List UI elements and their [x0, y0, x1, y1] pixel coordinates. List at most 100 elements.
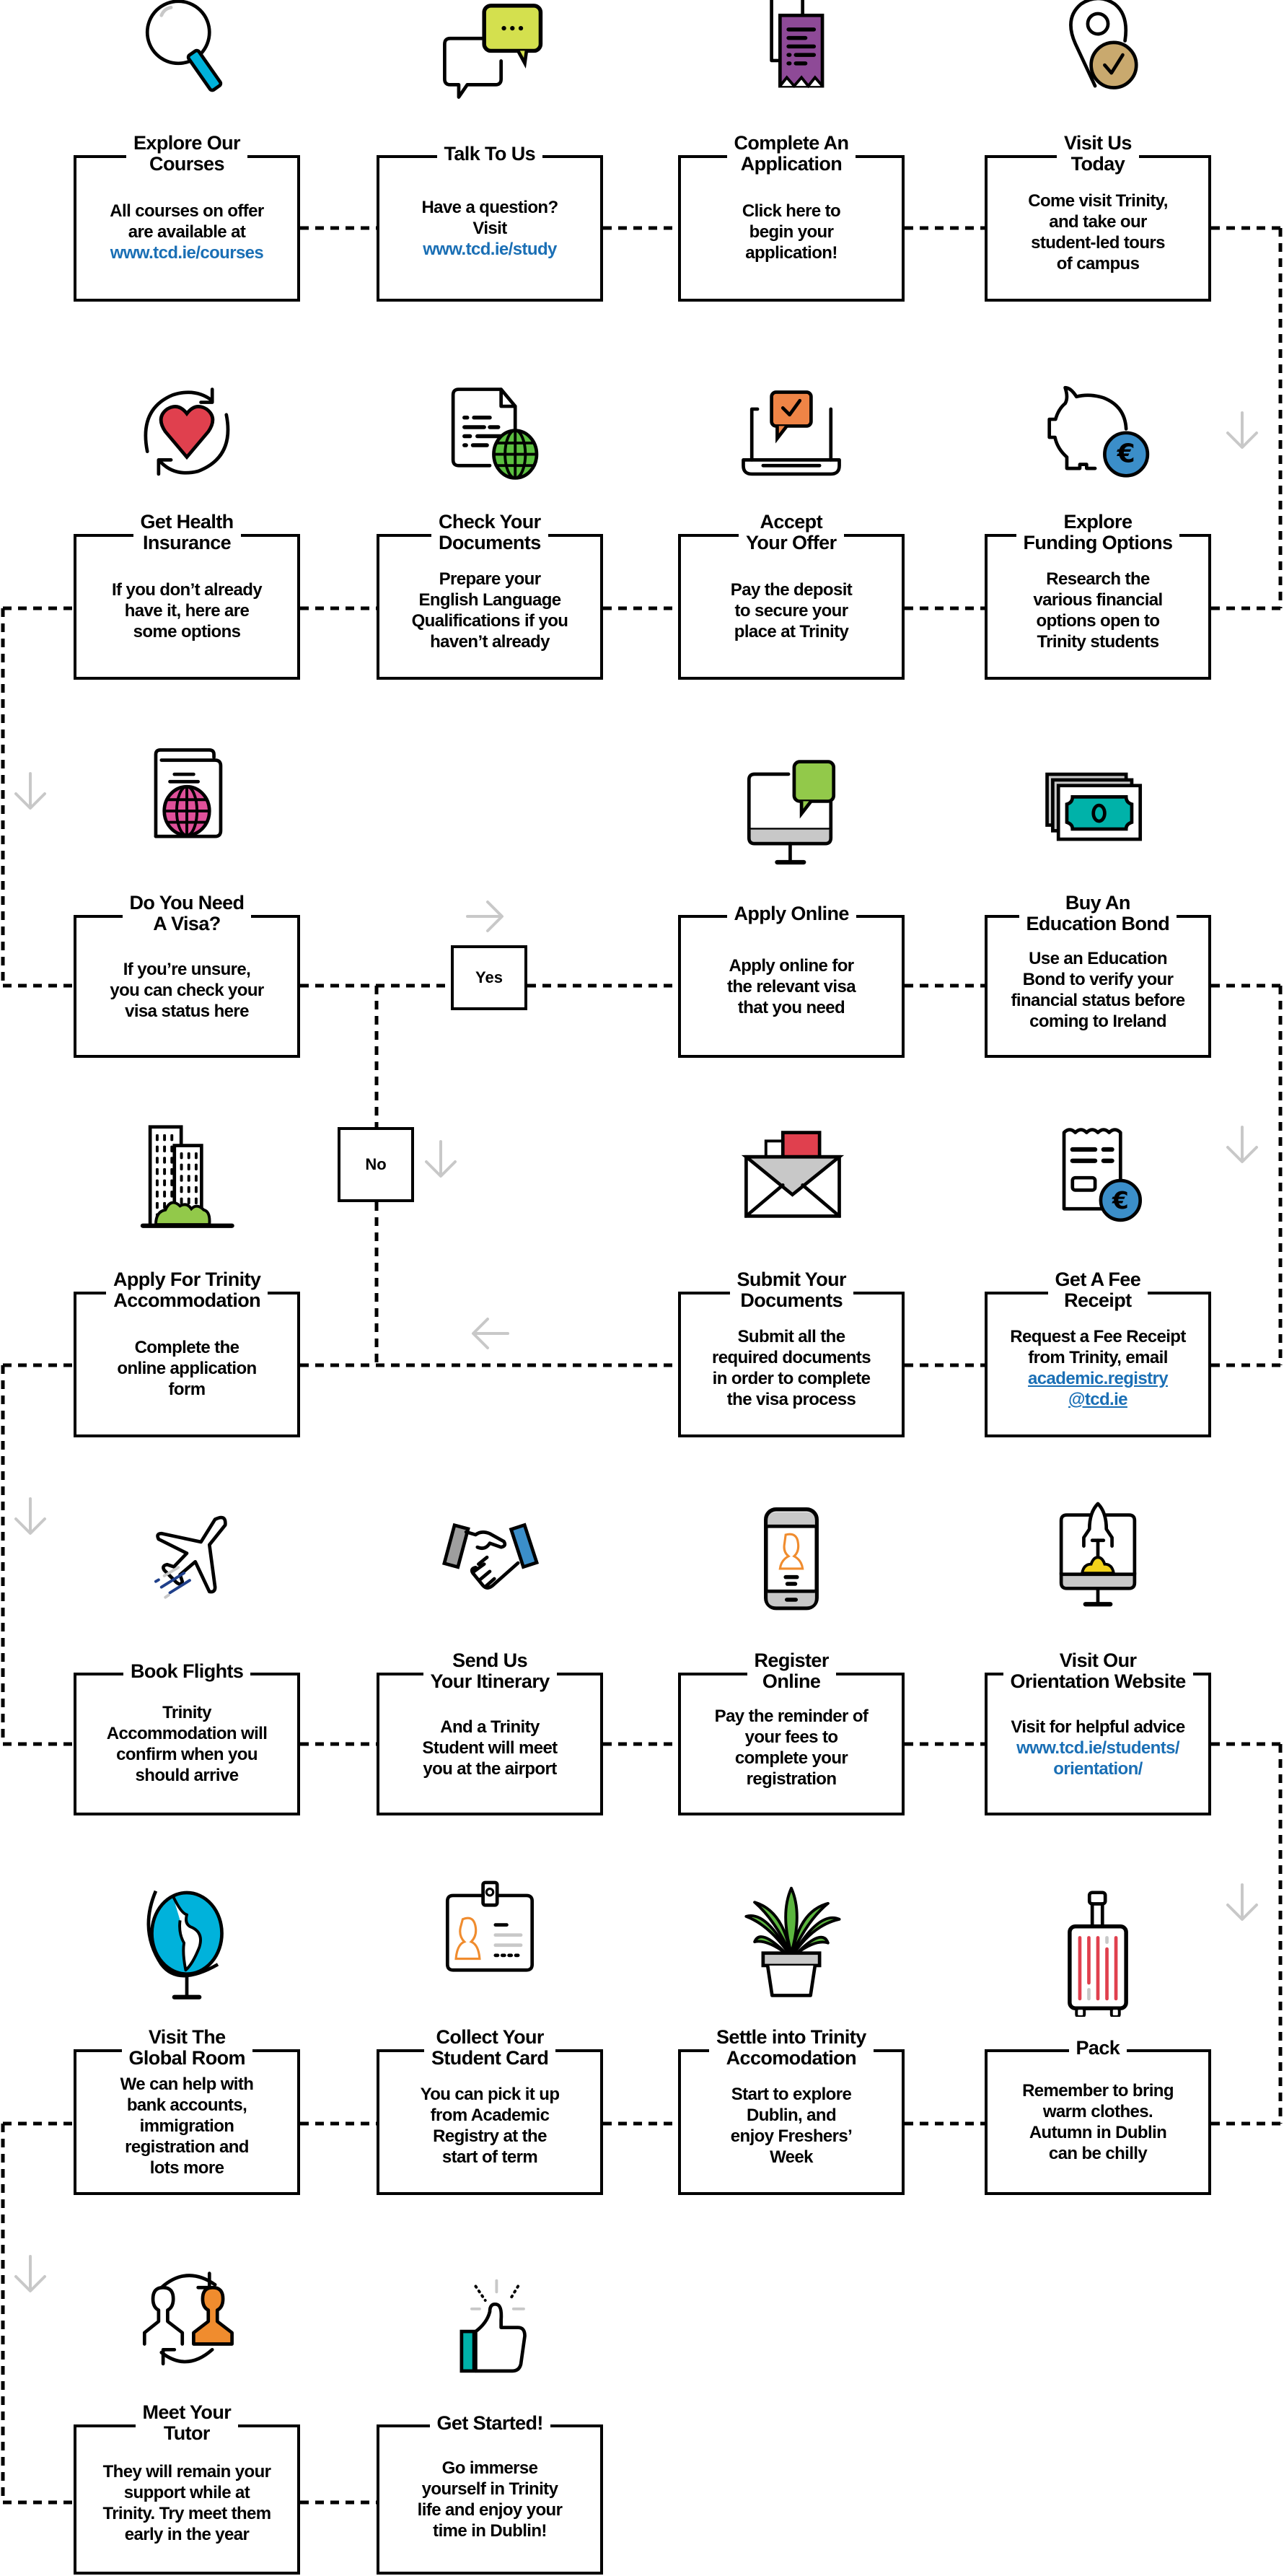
handshake-icon	[425, 1501, 555, 1631]
decision-no-label: No	[365, 1155, 387, 1173]
step-description: Have a question? Visit www.tcd.ie/study	[379, 197, 600, 260]
step-link[interactable]: www.tcd.ie/courses	[110, 243, 264, 263]
arrow-down-icon	[1226, 1126, 1258, 1163]
step-title: Explore Our Courses	[126, 133, 247, 175]
step-box: Apply online for the relevant visa that …	[678, 915, 905, 1058]
step-title: Accept Your Offer	[739, 512, 844, 553]
magnifier-icon	[122, 0, 252, 123]
step-title: Collect Your Student Card	[424, 2027, 556, 2069]
envelope-icon	[726, 1118, 856, 1248]
step-box: Submit all the required documents in ord…	[678, 1292, 905, 1437]
step-text: And a Trinity Student will meet you at t…	[422, 1717, 558, 1779]
step-text: We can help with bank accounts, immigrat…	[120, 2075, 254, 2178]
step-text: Trinity Accommodation will confirm when …	[106, 1703, 268, 1785]
step-title: Talk To Us	[436, 144, 543, 165]
step-box: If you’re unsure, you can check your vis…	[74, 915, 300, 1058]
step-box: Click here to begin your application!	[678, 155, 905, 302]
step-link[interactable]: www.tcd.ie/study	[423, 240, 557, 259]
passport-icon	[122, 743, 252, 873]
step-box: Start to explore Dublin, and enjoy Fresh…	[678, 2049, 905, 2195]
step-link[interactable]: www.tcd.ie/students/ orientation/	[1016, 1738, 1179, 1779]
step-title: Get Started!	[429, 2413, 550, 2434]
airplane-icon	[122, 1508, 252, 1638]
step-text: Request a Fee Receipt from Trinity, emai…	[1010, 1327, 1186, 1367]
step-description: Pay the reminder of your fees to complet…	[681, 1706, 902, 1789]
step-description: You can pick it up from Academic Registr…	[379, 2084, 600, 2168]
step-box: Research the various financial options o…	[985, 534, 1211, 680]
step-description: Visit for helpful advice www.tcd.ie/stude…	[988, 1717, 1208, 1779]
step-text: Use an Education Bond to verify your fin…	[1011, 949, 1186, 1031]
document-globe-icon	[425, 375, 555, 505]
step-box: Have a question? Visit www.tcd.ie/study	[377, 155, 603, 302]
step-box: If you don’t already have it, here are s…	[74, 534, 300, 680]
banknotes-icon	[1033, 743, 1163, 873]
arrow-down-icon	[14, 772, 46, 810]
step-text: Apply online for the relevant visa that …	[727, 955, 856, 1017]
step-description: If you’re unsure, you can check your vis…	[76, 959, 297, 1022]
step-text: Prepare your English Language Qualificat…	[411, 569, 568, 652]
step-title: Pack	[1068, 2038, 1127, 2059]
step-title: Settle into Trinity Accomodation	[709, 2027, 874, 2069]
step-title: Get A Fee Receipt	[1047, 1269, 1148, 1311]
step-box: Trinity Accommodation will confirm when …	[74, 1673, 300, 1815]
smartphone-profile-icon	[726, 1501, 856, 1631]
step-text: Pay the reminder of your fees to complet…	[714, 1707, 869, 1789]
step-description: Remember to bring warm clothes. Autumn i…	[988, 2080, 1208, 2164]
arrow-down-icon	[14, 1497, 46, 1535]
step-description: We can help with bank accounts, immigrat…	[76, 2074, 297, 2178]
step-title: Visit Our Orientation Website	[1003, 1650, 1193, 1692]
step-description: Come visit Trinity, and take our student…	[988, 190, 1208, 274]
step-box: You can pick it up from Academic Registr…	[377, 2049, 603, 2195]
step-title: Book Flights	[123, 1661, 251, 1682]
step-description: If you don’t already have it, here are s…	[76, 579, 297, 642]
arrow-down-icon	[425, 1140, 457, 1178]
step-box: Request a Fee Receipt from Trinity, emai…	[985, 1292, 1211, 1437]
step-text: Click here to begin your application!	[742, 201, 841, 263]
step-text: Go immerse yourself in Trinity life and …	[417, 2458, 563, 2541]
monitor-chat-icon	[726, 750, 856, 880]
step-description: Prepare your English Language Qualificat…	[379, 569, 600, 652]
step-box: Remember to bring warm clothes. Autumn i…	[985, 2049, 1211, 2195]
buildings-icon	[122, 1118, 252, 1248]
location-pin-check-icon	[1033, 0, 1163, 123]
step-text: Visit for helpful advice	[1011, 1717, 1185, 1737]
step-title: Explore Funding Options	[1016, 512, 1180, 553]
step-title: Get Health Insurance	[133, 512, 241, 553]
step-description: Start to explore Dublin, and enjoy Fresh…	[681, 2084, 902, 2168]
step-text: Submit all the required documents in ord…	[712, 1327, 871, 1409]
step-description: Complete the online application form	[76, 1337, 297, 1400]
id-badge-icon	[425, 1880, 555, 2010]
step-description: Trinity Accommodation will confirm when …	[76, 1702, 297, 1786]
arrow-down-icon	[1226, 1883, 1258, 1921]
step-title: Visit The Global Room	[121, 2027, 252, 2069]
step-text: They will remain your support while at T…	[102, 2462, 271, 2544]
receipt-document-icon	[726, 0, 856, 123]
step-box: Pay the reminder of your fees to complet…	[678, 1673, 905, 1815]
step-title: Meet Your Tutor	[135, 2402, 239, 2444]
step-description: Use an Education Bond to verify your fin…	[988, 948, 1208, 1032]
step-link[interactable]: academic.registry @tcd.ie	[1028, 1369, 1169, 1409]
step-description: And a Trinity Student will meet you at t…	[379, 1717, 600, 1779]
step-title: Apply Online	[726, 903, 856, 924]
step-description: Go immerse yourself in Trinity life and …	[379, 2458, 600, 2541]
step-description: Apply online for the relevant visa that …	[681, 955, 902, 1018]
step-description: Request a Fee Receipt from Trinity, emai…	[988, 1326, 1208, 1410]
thumbs-up-icon	[425, 2269, 555, 2399]
step-title: Register Online	[747, 1650, 836, 1692]
step-description: Click here to begin your application!	[681, 201, 902, 263]
monitor-rocket-icon	[1033, 1501, 1163, 1631]
step-description: They will remain your support while at T…	[76, 2461, 297, 2545]
arrow-left-icon	[472, 1318, 509, 1349]
people-exchange-icon	[122, 2262, 252, 2392]
step-text: Start to explore Dublin, and enjoy Fresh…	[730, 2085, 853, 2167]
step-box: All courses on offer are available at www…	[74, 155, 300, 302]
step-title: Send Us Your Itinerary	[423, 1650, 557, 1692]
laptop-check-icon	[726, 375, 856, 505]
step-title: Buy An Education Bond	[1019, 893, 1177, 934]
arrow-down-icon	[14, 2255, 46, 2292]
step-text: Complete the online application form	[117, 1337, 257, 1399]
chat-bubbles-icon	[425, 0, 555, 130]
arrow-right-icon	[466, 901, 504, 932]
step-text: Research the various financial options o…	[1033, 569, 1163, 652]
desk-globe-icon	[122, 1880, 252, 2010]
